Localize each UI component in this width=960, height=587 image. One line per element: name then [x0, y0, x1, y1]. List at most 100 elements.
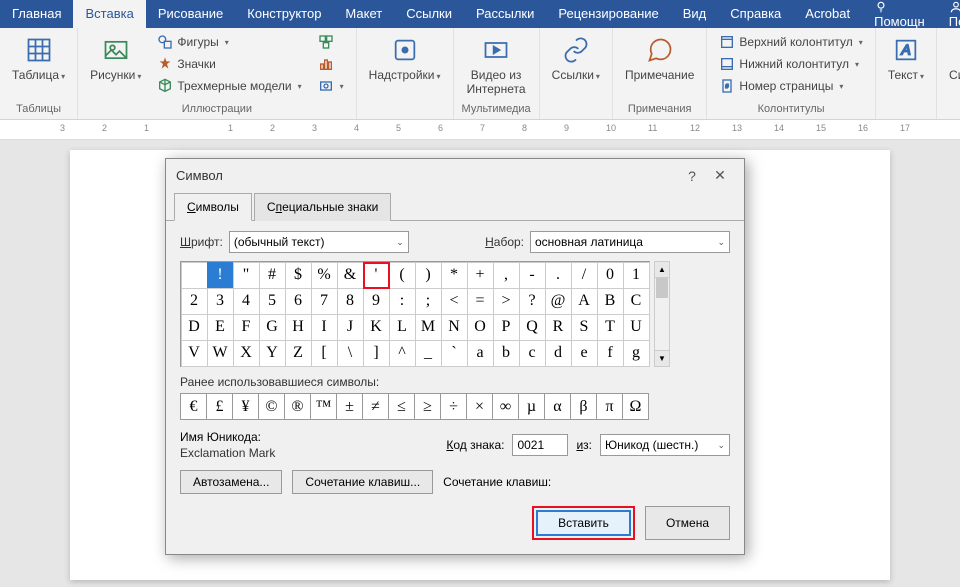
char-cell[interactable]: _ [415, 340, 442, 367]
recent-cell[interactable]: ± [336, 393, 363, 420]
char-cell[interactable]: W [207, 340, 234, 367]
char-cell[interactable]: & [337, 262, 364, 289]
tab-symbols[interactable]: Символы [174, 193, 252, 221]
scroll-up-button[interactable]: ▲ [655, 262, 669, 278]
char-cell[interactable]: g [623, 340, 650, 367]
char-cell[interactable]: ^ [389, 340, 416, 367]
char-cell[interactable]: , [493, 262, 520, 289]
char-cell[interactable]: O [467, 314, 494, 341]
links-button[interactable]: Ссылки▾ [548, 32, 604, 84]
char-cell[interactable]: 7 [311, 288, 338, 315]
char-cell[interactable]: : [389, 288, 416, 315]
recent-cell[interactable]: © [258, 393, 285, 420]
menu-tab-вставка[interactable]: Вставка [73, 0, 145, 28]
menu-tab-рецензирование[interactable]: Рецензирование [546, 0, 670, 28]
char-cell[interactable]: G [259, 314, 286, 341]
char-cell[interactable]: C [623, 288, 650, 315]
char-cell[interactable]: d [545, 340, 572, 367]
char-cell[interactable]: 9 [363, 288, 390, 315]
char-cell[interactable]: X [233, 340, 260, 367]
char-cell[interactable]: = [467, 288, 494, 315]
char-cell[interactable]: R [545, 314, 572, 341]
recent-cell[interactable]: ® [284, 393, 311, 420]
recent-cell[interactable]: π [596, 393, 623, 420]
menu-tab-справка[interactable]: Справка [718, 0, 793, 28]
font-combo[interactable]: (обычный текст)⌄ [229, 231, 409, 253]
dialog-titlebar[interactable]: Символ ? ✕ [166, 159, 744, 192]
char-cell[interactable]: P [493, 314, 520, 341]
char-cell[interactable]: $ [285, 262, 312, 289]
char-cell[interactable]: M [415, 314, 442, 341]
online-video-button[interactable]: Видео из Интернета [462, 32, 531, 98]
char-cell[interactable]: a [467, 340, 494, 367]
char-cell[interactable]: ' [363, 262, 390, 289]
table-button[interactable]: Таблица▾ [8, 32, 69, 84]
char-cell[interactable]: . [545, 262, 572, 289]
char-cell[interactable]: [ [311, 340, 338, 367]
char-cell[interactable]: ; [415, 288, 442, 315]
header-button[interactable]: Верхний колонтитул▾ [715, 32, 866, 52]
char-cell[interactable]: T [597, 314, 624, 341]
char-cell[interactable]: @ [545, 288, 572, 315]
char-cell[interactable]: B [597, 288, 624, 315]
char-cell[interactable]: ! [207, 262, 234, 289]
3d-models-button[interactable]: Трехмерные модели▾ [153, 76, 305, 96]
char-cell[interactable]: A [571, 288, 598, 315]
footer-button[interactable]: Нижний колонтитул▾ [715, 54, 866, 74]
smartart-button[interactable] [314, 32, 348, 52]
recent-cell[interactable]: Ω [622, 393, 649, 420]
recent-cell[interactable]: ≠ [362, 393, 389, 420]
menu-tab-рисование[interactable]: Рисование [146, 0, 235, 28]
menu-tab-макет[interactable]: Макет [333, 0, 394, 28]
tab-special[interactable]: Специальные знаки [254, 193, 391, 221]
recent-cell[interactable]: £ [206, 393, 233, 420]
from-combo[interactable]: Юникод (шестн.)⌄ [600, 434, 730, 456]
char-cell[interactable]: V [181, 340, 208, 367]
char-cell[interactable]: L [389, 314, 416, 341]
char-cell[interactable]: / [571, 262, 598, 289]
menu-tab-конструктор[interactable]: Конструктор [235, 0, 333, 28]
close-button[interactable]: ✕ [706, 167, 734, 184]
recent-cell[interactable]: ≥ [414, 393, 441, 420]
char-cell[interactable]: ] [363, 340, 390, 367]
recent-cell[interactable]: € [180, 393, 207, 420]
char-cell[interactable]: 0 [597, 262, 624, 289]
recent-cell[interactable]: µ [518, 393, 545, 420]
char-cell[interactable]: > [493, 288, 520, 315]
char-cell[interactable]: Z [285, 340, 312, 367]
chart-button[interactable] [314, 54, 348, 74]
cancel-button[interactable]: Отмена [645, 506, 730, 540]
char-cell[interactable]: ` [441, 340, 468, 367]
char-cell[interactable]: ? [519, 288, 546, 315]
char-cell[interactable]: 6 [285, 288, 312, 315]
char-cell[interactable]: 3 [207, 288, 234, 315]
recent-cell[interactable]: ™ [310, 393, 337, 420]
page-number-button[interactable]: #Номер страницы▾ [715, 76, 866, 96]
char-cell[interactable]: b [493, 340, 520, 367]
symbols-button[interactable]: Ω Символы▾ [945, 32, 960, 84]
shortcut-button[interactable]: Сочетание клавиш... [292, 470, 433, 494]
char-cell[interactable]: 1 [623, 262, 650, 289]
addins-button[interactable]: Надстройки▾ [365, 32, 445, 84]
char-cell[interactable]: D [181, 314, 208, 341]
char-cell[interactable]: + [467, 262, 494, 289]
scroll-down-button[interactable]: ▼ [655, 350, 669, 366]
shapes-button[interactable]: Фигуры▾ [153, 32, 305, 52]
scrollbar-thumb[interactable] [656, 278, 668, 298]
recent-cell[interactable]: α [544, 393, 571, 420]
char-cell[interactable]: 8 [337, 288, 364, 315]
recent-cell[interactable]: ÷ [440, 393, 467, 420]
char-cell[interactable]: 5 [259, 288, 286, 315]
comment-button[interactable]: Примечание [621, 32, 698, 84]
char-cell[interactable]: S [571, 314, 598, 341]
icons-button[interactable]: Значки [153, 54, 305, 74]
text-button[interactable]: A Текст▾ [884, 32, 928, 84]
recent-cell[interactable]: ∞ [492, 393, 519, 420]
char-cell[interactable]: % [311, 262, 338, 289]
help-button[interactable]: ? [678, 168, 706, 184]
char-cell[interactable]: c [519, 340, 546, 367]
menu-tab-вид[interactable]: Вид [671, 0, 719, 28]
char-cell[interactable]: \ [337, 340, 364, 367]
char-cell[interactable]: K [363, 314, 390, 341]
code-input[interactable]: 0021 [512, 434, 568, 456]
